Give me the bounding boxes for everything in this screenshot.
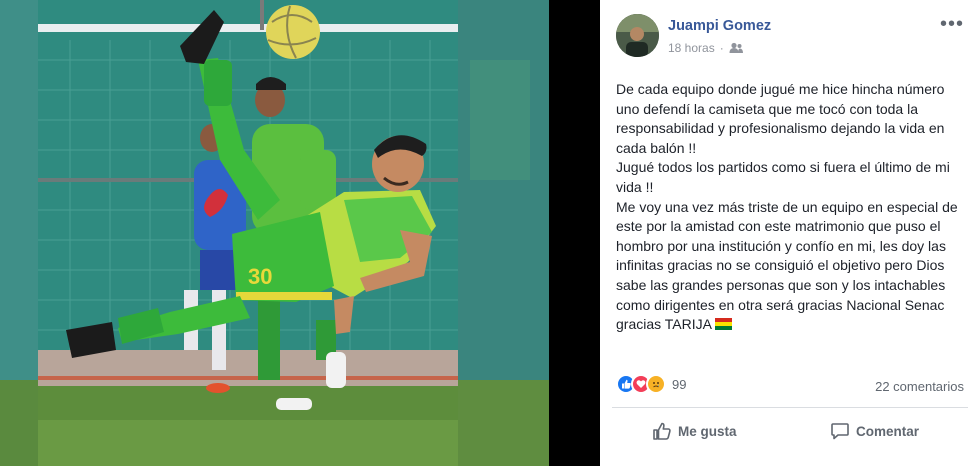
bolivia-flag-icon [715,318,733,331]
avatar-image [616,14,659,57]
post-paragraph: De cada equipo donde jugué me hice hinch… [616,81,945,156]
photo-viewer: 30 [0,0,600,466]
like-button[interactable]: Me gusta [652,418,737,444]
sad-icon [646,374,666,394]
post-text: De cada equipo donde jugué me hice hinch… [616,80,968,335]
post-photo[interactable]: 30 [0,0,549,466]
divider [612,407,968,408]
post-paragraph-text: Me voy una vez más triste de un equipo e… [616,198,958,333]
comment-icon [831,423,849,440]
soccer-bicycle-kick-illustration: 30 [0,0,549,466]
like-button-label: Me gusta [678,423,737,439]
post-panel: Juampi Gomez 18 horas · ••• De cada equi… [600,0,980,466]
reactions-summary[interactable]: 99 [616,374,686,394]
avatar[interactable] [616,14,659,57]
post-paragraph: Me voy una vez más triste de un equipo e… [616,198,968,335]
post-meta: 18 horas · [668,41,743,55]
comment-button[interactable]: Comentar [830,418,919,444]
reaction-count: 99 [672,376,687,392]
comments-count-link[interactable]: 22 comentarios [875,379,964,394]
jersey-number: 30 [248,264,272,289]
meta-separator: · [719,41,724,55]
post-paragraph: Jugué todos los partidos como si fuera e… [616,159,950,195]
thumbs-up-icon [653,422,671,440]
more-options-button[interactable]: ••• [940,14,964,34]
author-name[interactable]: Juampi Gomez [668,18,771,34]
post-timestamp[interactable]: 18 horas [668,41,715,55]
comment-button-label: Comentar [856,423,920,439]
friends-icon[interactable] [729,42,743,54]
